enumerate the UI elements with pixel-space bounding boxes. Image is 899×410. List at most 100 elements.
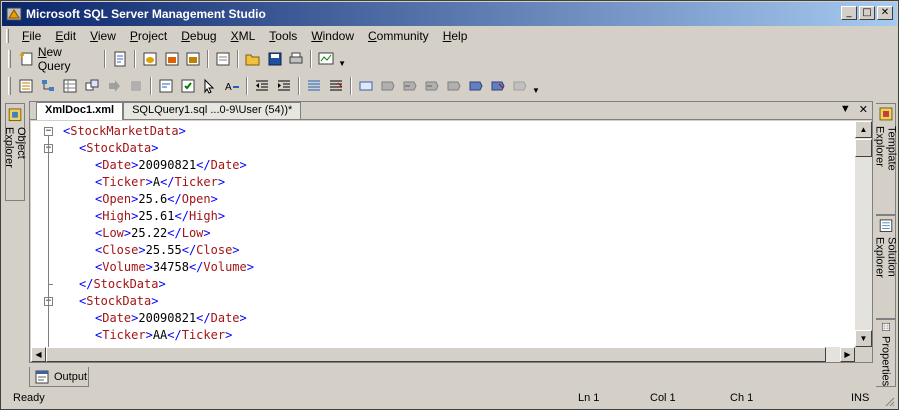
tb2-button-10[interactable]: A — [221, 75, 243, 97]
code-line[interactable]: <Date>20090821</Date> — [31, 157, 855, 174]
menu-item-project[interactable]: Project — [123, 27, 174, 45]
vertical-scrollbar[interactable]: ▲ ▼ — [855, 121, 872, 347]
bookmark-clear-icon — [491, 81, 505, 91]
next-bookmark-button[interactable] — [421, 75, 443, 97]
tab-dropdown-icon[interactable]: ▼ — [840, 103, 851, 116]
template-explorer-tab[interactable]: Template Explorer — [874, 103, 898, 215]
prev-bookmark-button[interactable] — [399, 75, 421, 97]
code-line[interactable]: </StockData> — [31, 276, 855, 293]
code-line[interactable]: <Ticker>AA</Ticker> — [31, 327, 855, 344]
horizontal-scroll-thumb[interactable] — [46, 347, 826, 362]
prev-bookmark-folder-button[interactable] — [443, 75, 465, 97]
code-line[interactable]: <Ticker>A</Ticker> — [31, 174, 855, 191]
code-line[interactable]: −<StockData> — [31, 293, 855, 310]
tb2-button-7[interactable] — [155, 75, 177, 97]
tb2-button-3[interactable] — [59, 75, 81, 97]
tb2-button-15[interactable] — [355, 75, 377, 97]
horizontal-scrollbar[interactable]: ◀ ▶ — [31, 347, 855, 362]
bookmark-folder-next-icon — [469, 81, 483, 91]
tb2-button-8[interactable] — [177, 75, 199, 97]
status-line: Ln 1 — [578, 392, 600, 404]
tb2-button-6[interactable] — [125, 75, 147, 97]
dmx-query-button[interactable] — [182, 48, 204, 70]
menu-item-debug[interactable]: Debug — [174, 27, 223, 45]
menu-item-tools[interactable]: Tools — [262, 27, 304, 45]
solution-explorer-tab[interactable]: Solution Explorer — [873, 215, 898, 319]
minimize-button[interactable]: _ — [841, 6, 857, 20]
tb2-button-9[interactable] — [199, 75, 221, 97]
code-line[interactable]: <High>25.61</High> — [31, 208, 855, 225]
maximize-button[interactable]: □ — [859, 6, 875, 20]
solution-explorer-label: Solution Explorer — [873, 237, 898, 279]
properties-label: Properties — [879, 335, 892, 386]
menu-item-view[interactable]: View — [83, 27, 123, 45]
tb2-button-22[interactable] — [509, 75, 531, 97]
toolbar-grip[interactable] — [8, 77, 11, 95]
tab-sqlquery1[interactable]: SQLQuery1.sql ...0-9\User (54))* — [123, 102, 302, 119]
xmla-query-button[interactable] — [212, 48, 234, 70]
tab-close-icon[interactable]: ✕ — [859, 103, 868, 116]
resize-grip-icon[interactable] — [883, 395, 895, 407]
object-explorer-label: Object Explorer — [3, 126, 27, 168]
increase-indent-button[interactable] — [273, 75, 295, 97]
object-explorer-tab[interactable]: Object Explorer — [3, 103, 27, 201]
outdent-icon — [256, 80, 268, 91]
tb2-button-1[interactable] — [15, 75, 37, 97]
xml-value: A — [152, 175, 161, 189]
toolbar-grip[interactable] — [8, 50, 11, 68]
code-line[interactable]: −<StockData> — [31, 140, 855, 157]
scroll-left-button[interactable]: ◀ — [31, 347, 46, 362]
menu-item-community[interactable]: Community — [361, 27, 436, 45]
code-area[interactable]: −<StockMarketData>−<StockData><Date>2009… — [31, 123, 855, 347]
new-file-button[interactable] — [109, 48, 131, 70]
scroll-right-button[interactable]: ▶ — [840, 347, 855, 362]
save-button[interactable] — [264, 48, 286, 70]
tab-xmldoc1[interactable]: XmlDoc1.xml — [36, 102, 124, 120]
tb2-button-4[interactable] — [81, 75, 103, 97]
scroll-down-button[interactable]: ▼ — [855, 330, 872, 347]
comment-button[interactable] — [303, 75, 325, 97]
bookmark-button[interactable] — [377, 75, 399, 97]
code-line[interactable]: <Low>25.22</Low> — [31, 225, 855, 242]
clear-bookmarks-button[interactable] — [487, 75, 509, 97]
output-tab[interactable]: Output — [29, 367, 89, 387]
bookmark-prev-icon — [403, 81, 417, 91]
menu-grip[interactable] — [6, 29, 9, 43]
open-file-button[interactable] — [242, 48, 264, 70]
new-query-button[interactable]: New Query — [15, 45, 101, 73]
code-line[interactable]: <Date>20090821</Date> — [31, 310, 855, 327]
decrease-indent-button[interactable] — [251, 75, 273, 97]
xml-value: 25.22 — [131, 226, 168, 240]
xml-tag-name: Open — [181, 192, 211, 206]
analysis-services-query-button[interactable] — [161, 48, 183, 70]
scroll-up-button[interactable]: ▲ — [855, 121, 872, 138]
print-button[interactable] — [286, 48, 308, 70]
xml-editor[interactable]: −<StockMarketData>−<StockData><Date>2009… — [31, 121, 855, 347]
next-bookmark-folder-button[interactable] — [465, 75, 487, 97]
xml-bracket: > — [158, 277, 166, 291]
menu-item-window[interactable]: Window — [304, 27, 361, 45]
vertical-scroll-thumb[interactable] — [855, 139, 872, 157]
database-engine-query-button[interactable] — [139, 48, 161, 70]
toolbar-overflow-button[interactable]: ▼ — [531, 75, 541, 97]
tb2-button-2[interactable] — [37, 75, 59, 97]
folder-open-icon — [245, 54, 260, 66]
uncomment-button[interactable] — [325, 75, 347, 97]
tb2-button-5[interactable] — [103, 75, 125, 97]
code-line[interactable]: − <StockMarketData> — [31, 123, 855, 140]
menu-item-xml[interactable]: XML — [224, 27, 263, 45]
activity-monitor-button[interactable] — [315, 48, 337, 70]
xml-tag-name: Ticker — [174, 175, 218, 189]
properties-tab[interactable]: Properties — [876, 319, 896, 387]
menu-item-file[interactable]: File — [15, 27, 48, 45]
title-bar[interactable]: Microsoft SQL Server Management Studio _… — [2, 2, 897, 26]
xml-bracket: </ — [196, 311, 211, 325]
code-line[interactable]: <Open>25.6</Open> — [31, 191, 855, 208]
code-line[interactable]: <Volume>34758</Volume> — [31, 259, 855, 276]
menu-item-help[interactable]: Help — [436, 27, 475, 45]
close-button[interactable]: ✕ — [877, 6, 893, 20]
code-line[interactable]: <Close>25.55</Close> — [31, 242, 855, 259]
bookmark-next-icon — [425, 81, 439, 91]
toolbar-overflow-button[interactable]: ▼ — [337, 48, 347, 70]
menu-item-edit[interactable]: Edit — [48, 27, 83, 45]
